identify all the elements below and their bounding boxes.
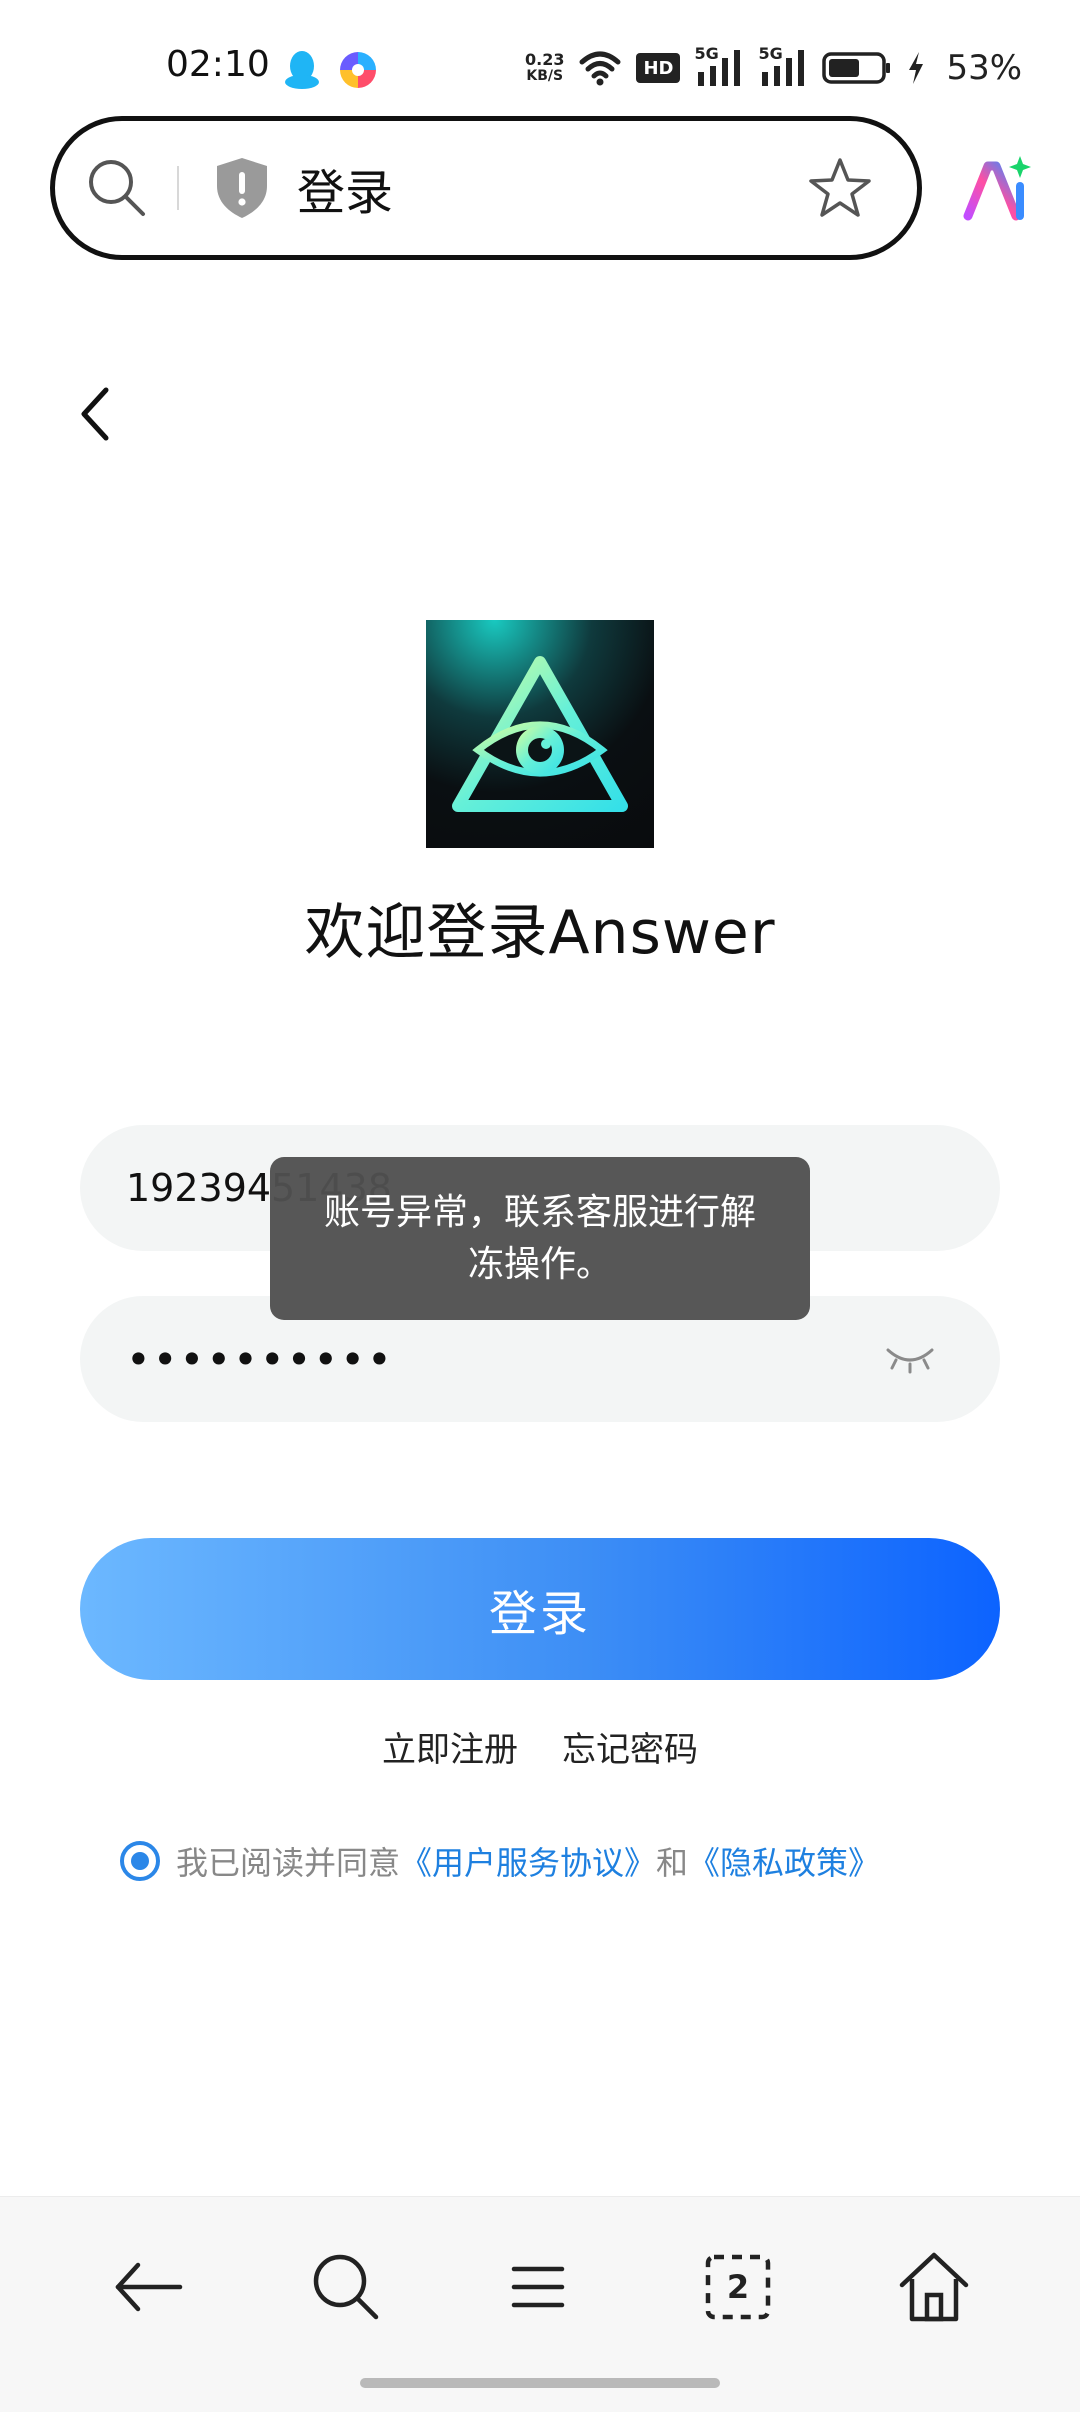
hd-label: HD: [643, 57, 674, 79]
privacy-policy-link[interactable]: 《隐私政策》: [688, 1838, 880, 1884]
user-agreement-link[interactable]: 《用户服务协议》: [400, 1838, 656, 1884]
agreement-radio[interactable]: [120, 1841, 160, 1881]
back-chevron-icon[interactable]: [74, 386, 118, 442]
ai-assistant-icon[interactable]: [958, 150, 1038, 230]
agreement-prefix: 我已阅读并同意: [176, 1844, 401, 1882]
password-input-value: ••••••••••: [126, 1334, 394, 1384]
agreement-and: 和: [656, 1844, 689, 1882]
nav-back-arrow-icon[interactable]: [108, 2247, 188, 2327]
agreement-row: 我已阅读并同意 《用户服务协议》 和 《隐私政策》: [120, 1838, 880, 1884]
app-logo: [426, 620, 654, 848]
network-speed-value: 0.23: [525, 50, 565, 69]
charging-icon: [909, 52, 924, 84]
pinwheel-app-icon: [336, 48, 380, 92]
page-title[interactable]: 登录: [297, 153, 393, 223]
nav-menu-icon[interactable]: [498, 2247, 578, 2327]
hd-icon: HD: [636, 53, 681, 83]
eye-closed-icon[interactable]: [882, 1338, 938, 1378]
nav-home-icon[interactable]: [894, 2247, 974, 2327]
star-icon[interactable]: [807, 156, 873, 220]
network-speed: 0.23 KB/S: [525, 50, 565, 85]
status-time: 02:10: [166, 44, 270, 85]
login-button[interactable]: 登录: [80, 1538, 1000, 1680]
home-indicator[interactable]: [360, 2378, 720, 2388]
battery-percent: 53%: [946, 48, 1023, 88]
signal-icon-1: 5G: [694, 44, 744, 88]
auth-links: 立即注册 忘记密码: [0, 1722, 1080, 1771]
address-bar[interactable]: 登录: [50, 116, 922, 260]
nav-search-icon[interactable]: [306, 2247, 386, 2327]
wifi-icon: [579, 51, 621, 86]
battery-icon: [822, 52, 891, 84]
status-icons: 0.23 KB/S HD 5G 5G 53%: [525, 44, 1023, 90]
address-divider: [177, 166, 179, 210]
signal-icon-2: 5G: [758, 44, 808, 88]
tabs-count: 2: [726, 2268, 750, 2306]
toast-message: 账号异常，联系客服进行解冻操作。: [270, 1157, 810, 1320]
search-icon[interactable]: [85, 156, 149, 220]
network-speed-unit: KB/S: [526, 68, 564, 84]
nav-tabs-icon[interactable]: 2: [698, 2247, 778, 2327]
welcome-title: 欢迎登录Answer: [304, 898, 776, 968]
register-link[interactable]: 立即注册: [382, 1722, 518, 1771]
qq-icon: [282, 48, 322, 92]
shield-warning-icon[interactable]: [213, 156, 271, 220]
forgot-password-link[interactable]: 忘记密码: [562, 1722, 698, 1771]
